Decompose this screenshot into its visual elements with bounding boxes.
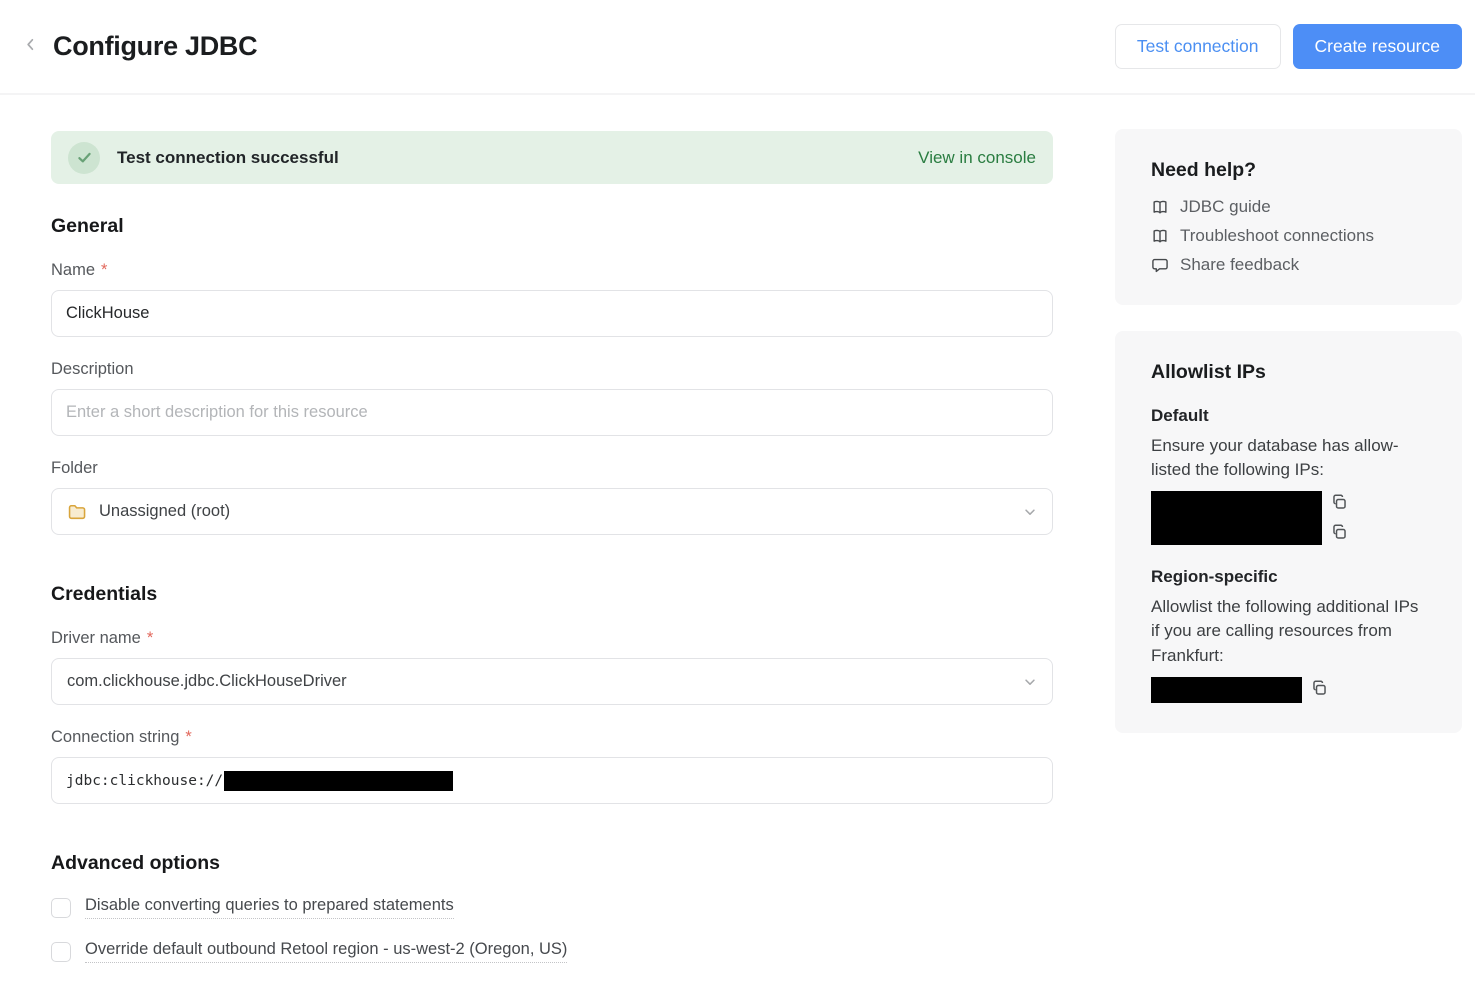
driver-name-label: Driver name *: [51, 629, 1053, 648]
sidebar: Need help? JDBC guide Troubleshoot conne…: [1115, 129, 1462, 733]
success-banner: Test connection successful View in conso…: [51, 131, 1053, 184]
copy-buttons: [1331, 491, 1348, 541]
general-heading: General: [51, 215, 1053, 238]
region-specific-subheading: Region-specific: [1151, 567, 1426, 587]
content: Test connection successful View in conso…: [0, 95, 1475, 963]
connection-string-field: Connection string * jdbc:clickhouse://: [51, 728, 1053, 804]
driver-name-select[interactable]: com.clickhouse.jdbc.ClickHouseDriver: [51, 658, 1053, 705]
copy-icon[interactable]: [1331, 524, 1348, 541]
copy-icon[interactable]: [1331, 494, 1348, 511]
default-ip-row: [1151, 491, 1426, 545]
header: Configure JDBC Test connection Create re…: [0, 0, 1475, 95]
check-circle-icon: [68, 142, 100, 174]
required-asterisk: *: [147, 629, 153, 648]
share-feedback-link[interactable]: Share feedback: [1151, 255, 1426, 275]
redaction-block: [224, 771, 453, 791]
description-field: Description: [51, 360, 1053, 436]
view-in-console-link[interactable]: View in console: [918, 148, 1036, 168]
allowlist-ips-card: Allowlist IPs Default Ensure your databa…: [1115, 331, 1462, 733]
need-help-heading: Need help?: [1151, 159, 1426, 182]
help-links: JDBC guide Troubleshoot connections Shar…: [1151, 197, 1426, 275]
option-override-outbound-region[interactable]: Override default outbound Retool region …: [51, 940, 1053, 963]
checkbox[interactable]: [51, 942, 71, 962]
allowlist-heading: Allowlist IPs: [1151, 361, 1426, 384]
checkbox[interactable]: [51, 898, 71, 918]
redaction-block: [1151, 677, 1302, 703]
chevron-down-icon: [1023, 675, 1037, 689]
option-disable-prepared-statements[interactable]: Disable converting queries to prepared s…: [51, 896, 1053, 919]
description-input[interactable]: [51, 389, 1053, 436]
folder-icon: [67, 502, 87, 522]
connection-string-label: Connection string *: [51, 728, 1053, 747]
name-input[interactable]: [51, 290, 1053, 337]
description-label: Description: [51, 360, 1053, 379]
advanced-options-heading: Advanced options: [51, 852, 1053, 875]
required-asterisk: *: [101, 261, 107, 280]
name-label: Name *: [51, 261, 1053, 280]
name-field: Name *: [51, 261, 1053, 337]
checkbox-label[interactable]: Override default outbound Retool region …: [85, 940, 567, 963]
banner-message: Test connection successful: [117, 148, 339, 168]
book-icon: [1151, 198, 1169, 216]
book-icon: [1151, 227, 1169, 245]
header-actions: Test connection Create resource: [1115, 24, 1462, 69]
help-link-label: Share feedback: [1180, 255, 1299, 275]
folder-label: Folder: [51, 459, 1053, 478]
region-ip-row: [1151, 677, 1426, 703]
redaction-block: [1151, 491, 1322, 545]
back-button[interactable]: [18, 35, 42, 59]
checkbox-label[interactable]: Disable converting queries to prepared s…: [85, 896, 454, 919]
driver-name-field: Driver name * com.clickhouse.jdbc.ClickH…: [51, 629, 1053, 705]
main-form: Test connection successful View in conso…: [51, 131, 1053, 963]
help-link-label: JDBC guide: [1180, 197, 1271, 217]
chevron-left-icon: [23, 37, 38, 57]
chat-bubble-icon: [1151, 256, 1169, 274]
region-specific-text: Allowlist the following additional IPs i…: [1151, 595, 1426, 667]
driver-name-value: com.clickhouse.jdbc.ClickHouseDriver: [67, 672, 347, 691]
connection-string-input[interactable]: jdbc:clickhouse://: [51, 757, 1053, 804]
folder-value: Unassigned (root): [99, 502, 230, 521]
need-help-card: Need help? JDBC guide Troubleshoot conne…: [1115, 129, 1462, 305]
chevron-down-icon: [1023, 505, 1037, 519]
troubleshoot-connections-link[interactable]: Troubleshoot connections: [1151, 226, 1426, 246]
credentials-heading: Credentials: [51, 583, 1053, 606]
test-connection-button[interactable]: Test connection: [1115, 24, 1281, 69]
default-text: Ensure your database has allow-listed th…: [1151, 434, 1426, 482]
required-asterisk: *: [185, 728, 191, 747]
folder-select[interactable]: Unassigned (root): [51, 488, 1053, 535]
copy-icon[interactable]: [1311, 677, 1328, 697]
page-title: Configure JDBC: [53, 31, 257, 62]
create-resource-button[interactable]: Create resource: [1293, 24, 1462, 69]
default-subheading: Default: [1151, 406, 1426, 426]
help-link-label: Troubleshoot connections: [1180, 226, 1374, 246]
connection-string-value: jdbc:clickhouse://: [66, 773, 223, 789]
jdbc-guide-link[interactable]: JDBC guide: [1151, 197, 1426, 217]
folder-field: Folder Unassigned (root): [51, 459, 1053, 535]
